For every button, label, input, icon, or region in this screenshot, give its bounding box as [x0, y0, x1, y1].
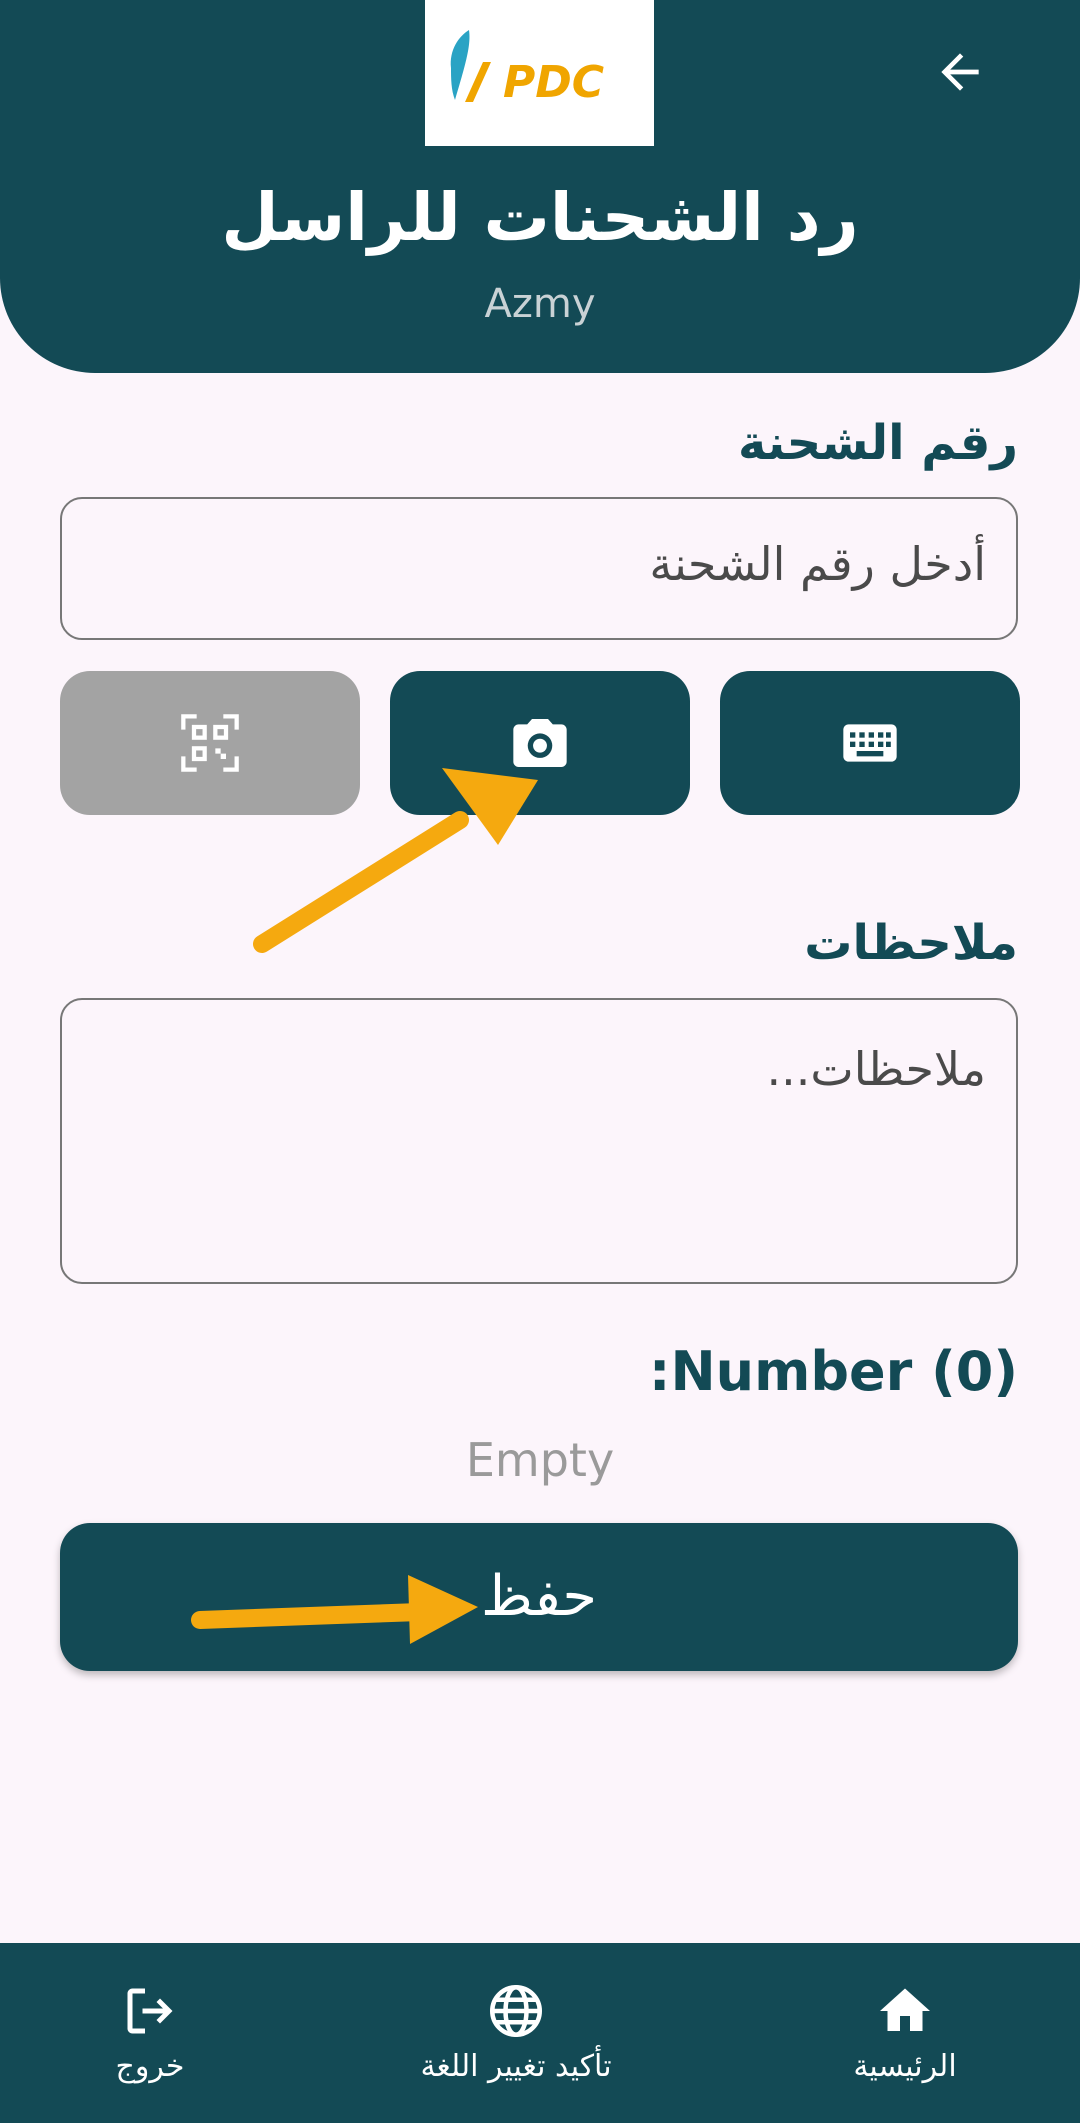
page-title: رد الشحنات للراسل [221, 179, 859, 256]
nav-item-home[interactable]: الرئيسية [840, 1943, 970, 2123]
camera-button[interactable] [390, 671, 690, 815]
qr-scan-button[interactable] [60, 671, 360, 815]
keyboard-button[interactable] [720, 671, 1020, 815]
shipment-number-placeholder: أدخل رقم الشحنة [649, 537, 986, 591]
nav-item-logout[interactable]: خروج [90, 1943, 210, 2123]
shipment-number-input[interactable]: أدخل رقم الشحنة [60, 497, 1018, 640]
arrow-left-icon [941, 53, 979, 91]
shipment-number-label: رقم الشحنة [737, 415, 1018, 471]
home-icon [880, 1988, 930, 2031]
nav-label-language: تأكيد تغيير اللغة [420, 2049, 612, 2084]
camera-icon [513, 719, 567, 767]
shipment-count-label: :Number (0) [648, 1340, 1018, 1403]
notes-textarea[interactable]: ملاحظات... [60, 998, 1018, 1284]
nav-label-home: الرئيسية [853, 2049, 957, 2084]
globe-icon [490, 1985, 542, 2037]
qr-scan-icon [181, 714, 239, 772]
keyboard-icon [843, 724, 897, 762]
svg-text:PDC: PDC [503, 57, 604, 108]
nav-label-logout: خروج [115, 2049, 185, 2084]
empty-list-text: Empty [465, 1433, 615, 1487]
notes-label: ملاحظات [804, 915, 1018, 971]
save-button[interactable]: حفظ [60, 1523, 1018, 1671]
user-name: Azmy [484, 281, 596, 327]
logout-icon [127, 1988, 173, 2034]
nav-item-language[interactable]: تأكيد تغيير اللغة [396, 1943, 636, 2123]
bottom-navigation: خروج تأكيد تغيير اللغة الرئيسية [0, 1943, 1080, 2123]
app-header: PDC رد الشحنات للراسل Azmy [0, 0, 1080, 373]
pdc-logo: PDC [425, 0, 654, 146]
back-button[interactable] [924, 36, 996, 108]
pdc-logo-icon: PDC [450, 30, 604, 108]
notes-placeholder: ملاحظات... [766, 1042, 986, 1096]
save-button-label: حفظ [480, 1564, 598, 1629]
